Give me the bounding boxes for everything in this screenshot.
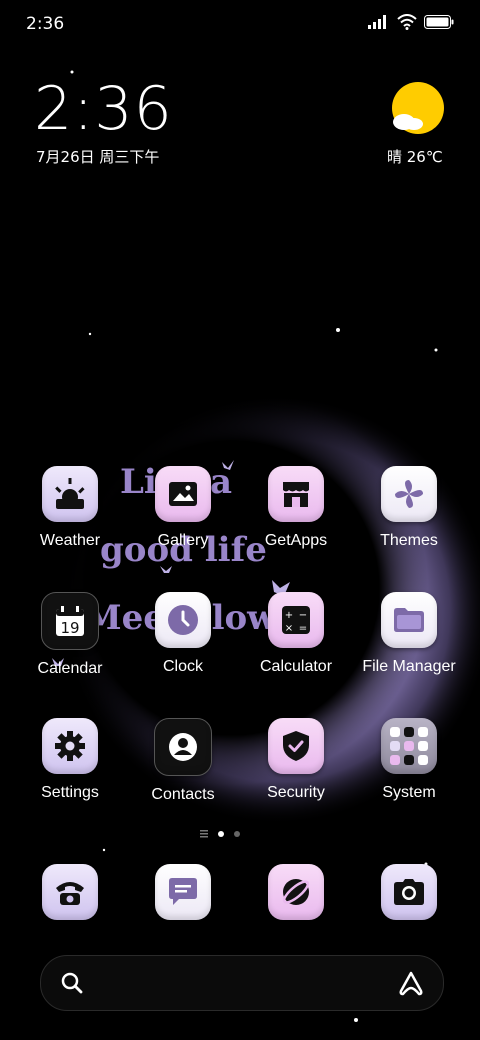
app-getapps[interactable]: GetApps bbox=[240, 466, 352, 550]
browser-icon bbox=[268, 864, 324, 920]
app-calendar[interactable]: 19 Calendar bbox=[14, 592, 126, 678]
calendar-icon: 19 bbox=[41, 592, 99, 650]
app-settings[interactable]: Settings bbox=[14, 718, 126, 802]
calculator-icon: + − × = bbox=[268, 592, 324, 648]
app-label: Weather bbox=[39, 532, 101, 549]
clock-widget-date: 7月26日 周三下午 bbox=[36, 148, 160, 166]
battery-icon bbox=[424, 15, 454, 29]
clock-widget-time[interactable]: 2:36 bbox=[34, 74, 173, 144]
clock-icon bbox=[155, 592, 211, 648]
gear-icon bbox=[42, 718, 98, 774]
app-label: Calculator bbox=[259, 658, 333, 675]
page-dot-1[interactable] bbox=[218, 831, 224, 837]
app-contacts[interactable]: Contacts bbox=[127, 718, 239, 804]
svg-text:+: + bbox=[285, 610, 293, 621]
search-bar[interactable] bbox=[40, 955, 444, 1011]
status-bar-icons bbox=[368, 14, 454, 30]
app-gallery[interactable]: Gallery bbox=[127, 466, 239, 550]
weather-widget-text: 晴 26℃ bbox=[387, 148, 443, 166]
search-icon bbox=[61, 972, 83, 994]
assistant-icon[interactable] bbox=[397, 970, 425, 996]
dock-browser[interactable] bbox=[240, 864, 352, 920]
wifi-icon bbox=[397, 14, 417, 30]
app-label: GetApps bbox=[264, 532, 328, 549]
app-calculator[interactable]: + − × = Calculator bbox=[240, 592, 352, 676]
page-dot-2[interactable] bbox=[234, 831, 240, 837]
status-bar-time: 2:36 bbox=[26, 14, 65, 34]
signal-icon bbox=[368, 15, 386, 29]
app-label: Gallery bbox=[157, 532, 209, 549]
folder-grid-icon bbox=[381, 718, 437, 774]
store-icon bbox=[268, 466, 324, 522]
app-system-folder[interactable]: System bbox=[353, 718, 465, 802]
shield-icon bbox=[268, 718, 324, 774]
svg-text:×: × bbox=[285, 623, 293, 634]
app-themes[interactable]: Themes bbox=[353, 466, 465, 550]
pinwheel-icon bbox=[381, 466, 437, 522]
app-file-manager[interactable]: File Manager bbox=[353, 592, 465, 676]
calendar-day: 19 bbox=[60, 619, 79, 637]
sun-cloud-icon bbox=[392, 82, 444, 134]
dock-messages[interactable] bbox=[127, 864, 239, 920]
folder-icon bbox=[381, 592, 437, 648]
svg-text:−: − bbox=[299, 610, 307, 621]
app-label: System bbox=[382, 784, 436, 801]
messages-icon bbox=[155, 864, 211, 920]
camera-icon bbox=[381, 864, 437, 920]
weather-widget[interactable] bbox=[386, 80, 450, 140]
app-label: Themes bbox=[380, 532, 438, 549]
dock-camera[interactable] bbox=[353, 864, 465, 920]
app-label: Contacts bbox=[151, 786, 215, 803]
contact-icon bbox=[154, 718, 212, 776]
app-label: Calendar bbox=[37, 660, 103, 677]
weather-icon bbox=[42, 466, 98, 522]
phone-icon bbox=[42, 864, 98, 920]
app-label: Security bbox=[267, 784, 325, 801]
app-security[interactable]: Security bbox=[240, 718, 352, 802]
gallery-icon bbox=[155, 466, 211, 522]
app-label: Clock bbox=[162, 658, 203, 675]
page-indicator[interactable] bbox=[200, 830, 240, 838]
app-label: File Manager bbox=[362, 658, 456, 675]
app-label: Settings bbox=[41, 784, 99, 801]
svg-text:=: = bbox=[299, 623, 307, 634]
list-view-icon[interactable] bbox=[200, 830, 208, 838]
app-clock[interactable]: Clock bbox=[127, 592, 239, 676]
app-weather[interactable]: Weather bbox=[14, 466, 126, 550]
dock-phone[interactable] bbox=[14, 864, 126, 920]
